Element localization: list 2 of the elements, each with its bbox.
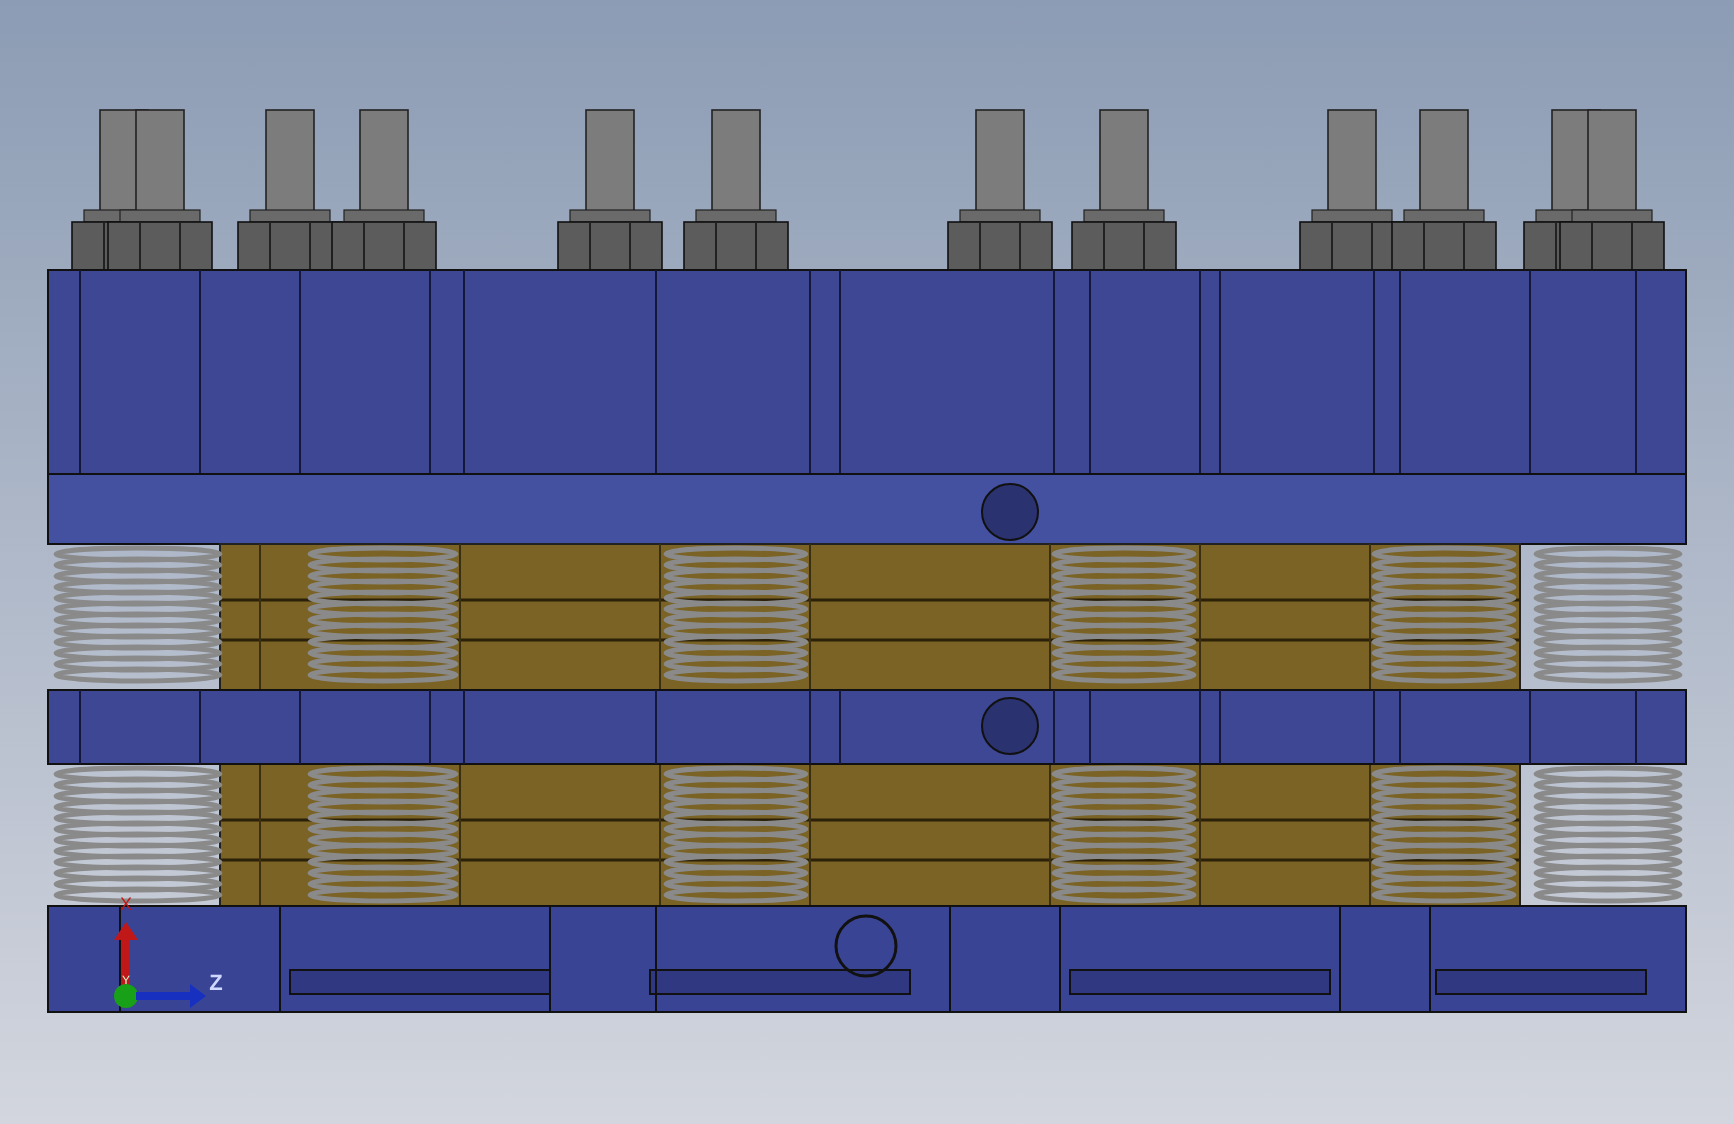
axis-label: X	[120, 894, 132, 914]
axis-label: Z	[209, 972, 223, 996]
